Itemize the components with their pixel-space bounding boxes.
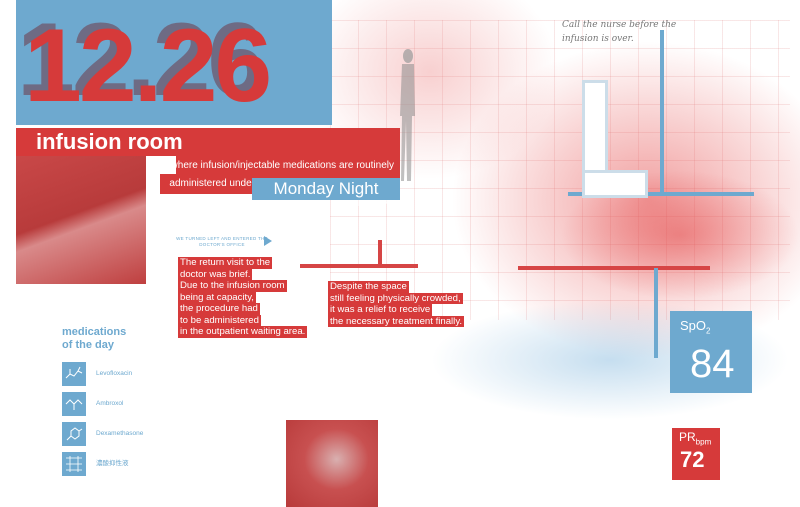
handwritten-note: Call the nurse before the infusion is ov… xyxy=(562,20,677,44)
waiting-area-photo xyxy=(16,156,146,284)
medication-name: Levofloxacin xyxy=(96,370,133,377)
infusion-hand-photo xyxy=(286,420,378,507)
story-line: still feeling physically crowded, xyxy=(328,292,463,304)
medications-title-line: of the day xyxy=(62,339,114,351)
spo2-label: SpO2 xyxy=(680,318,711,336)
story-line: being at capacity, xyxy=(178,291,256,303)
room-wall-line xyxy=(518,266,710,270)
pulse-rate-value: 72 xyxy=(680,447,705,472)
page-title: infusion room xyxy=(36,129,183,154)
medication-name: Dexamethasone xyxy=(96,430,144,437)
story-line: Despite the space xyxy=(328,281,409,293)
pulse-rate-label: PRbpm xyxy=(679,430,712,447)
molecule-icon xyxy=(62,362,86,386)
medication-name: Ambroxol xyxy=(96,400,124,407)
room-wall-line xyxy=(654,268,658,358)
story-line: doctor was brief. xyxy=(178,268,253,280)
story-text-right: Despite the space still feeling physical… xyxy=(328,281,468,327)
date-heading: 12.26 xyxy=(24,8,272,124)
time-of-day: Monday Night xyxy=(273,179,379,198)
molecule-icon xyxy=(62,422,86,446)
spo2-value: 84 xyxy=(690,342,735,386)
medications-title: medications of the day xyxy=(62,326,126,352)
story-line: Due to the infusion room xyxy=(178,280,287,292)
story-line: The return visit to the xyxy=(178,257,273,269)
room-wall-shape xyxy=(582,170,648,198)
medications-title-line: medications xyxy=(62,326,127,338)
arrow-right-icon xyxy=(264,236,272,246)
story-line: to be administered xyxy=(178,314,261,326)
story-line: it was a relief to receive xyxy=(328,304,433,316)
story-line: in the outpatient waiting area. xyxy=(178,326,308,338)
medication-name: 濃酸抑性液 xyxy=(96,460,129,467)
molecule-icon xyxy=(62,392,86,416)
molecule-icon xyxy=(62,452,86,476)
direction-caption: WE TURNED LEFT AND ENTERED THE DOCTOR'S … xyxy=(176,236,268,247)
standing-figure-sketch xyxy=(400,49,415,181)
room-wall-line xyxy=(660,30,664,192)
story-line: the necessary treatment finally. xyxy=(328,315,465,327)
story-line: the procedure had xyxy=(178,303,260,315)
